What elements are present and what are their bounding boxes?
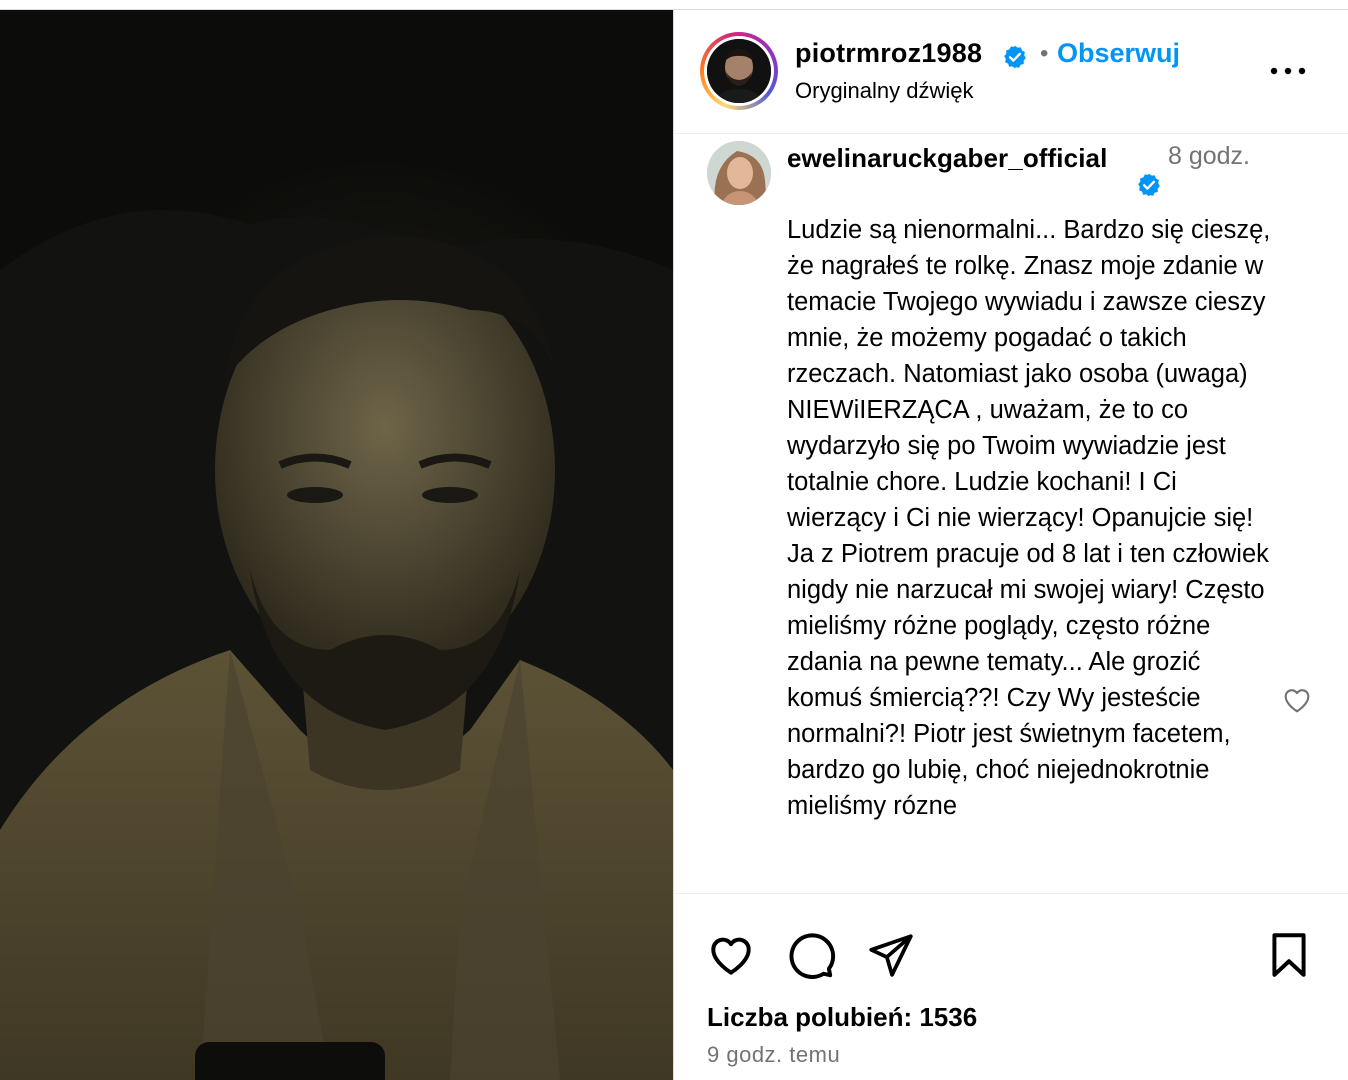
- post-header: piotrmroz1988 • Obserwuj Oryginalny dźwi…: [674, 10, 1348, 134]
- heart-icon[interactable]: [706, 930, 756, 980]
- reel-video[interactable]: [0, 10, 673, 1080]
- verified-badge-icon: [1138, 173, 1160, 197]
- owner-avatar-story-ring[interactable]: [700, 32, 778, 110]
- bookmark-icon[interactable]: [1264, 930, 1314, 980]
- heart-icon[interactable]: [1280, 684, 1314, 716]
- follow-button[interactable]: Obserwuj: [1057, 38, 1180, 69]
- post-timestamp[interactable]: 9 godz. temu: [707, 1042, 840, 1068]
- owner-avatar: [707, 39, 771, 103]
- audio-link[interactable]: Oryginalny dźwięk: [795, 78, 974, 104]
- more-options-icon[interactable]: [1268, 56, 1308, 86]
- verified-badge-icon: [1004, 45, 1026, 69]
- header-separator: •: [1040, 40, 1049, 67]
- post-side-panel: piotrmroz1988 • Obserwuj Oryginalny dźwi…: [674, 10, 1348, 1080]
- comment-bubble-icon[interactable]: [786, 930, 836, 980]
- owner-username[interactable]: piotrmroz1988: [795, 38, 982, 69]
- paper-plane-icon[interactable]: [866, 930, 916, 980]
- comment-text: Ludzie są nienormalni... Bardzo się cies…: [787, 216, 1271, 820]
- commenter-avatar[interactable]: [707, 141, 771, 205]
- likes-count[interactable]: Liczba polubień: 1536: [707, 1002, 977, 1033]
- owner-avatar-border: [704, 36, 774, 106]
- comment-timestamp[interactable]: 8 godz.: [1168, 138, 1258, 174]
- page-top-edge: [0, 0, 1348, 10]
- post-actions-bar: Liczba polubień: 1536 9 godz. temu: [674, 893, 1348, 1080]
- comments-list[interactable]: ewelinaruckgaber_official 8 godz. Ludzie…: [674, 134, 1348, 893]
- commenter-username[interactable]: ewelinaruckgaber_official: [787, 140, 1132, 176]
- video-frame: [0, 210, 673, 1080]
